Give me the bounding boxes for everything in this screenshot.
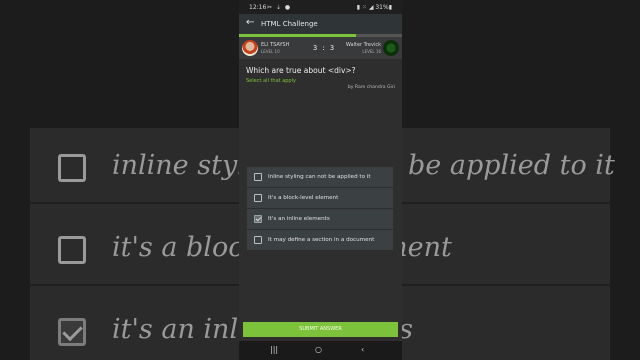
players-bar: ELI TSAYSH LEVEL 10 3 : 3 Walter Trevick… [239,37,402,59]
player-level-right: LEVEL 16 [362,49,381,54]
player-avatar-left[interactable] [242,40,258,56]
answer-option[interactable]: It's an inline elements [247,209,393,229]
checkbox[interactable] [254,194,262,202]
player-name-left: ELI TSAYSH [261,42,290,48]
answer-option-text: It may define a section in a document [268,237,375,243]
player-level-left: LEVEL 10 [261,49,280,54]
status-battery: ▮ ⁙ ◢ 31%▮ [356,4,392,11]
checkbox-checked[interactable] [254,215,262,223]
status-time: 12:16 [249,4,267,11]
answer-option-text: It's a block-level element [268,195,339,201]
background-checkbox-checked [58,318,86,346]
page-title: HTML Challenge [261,20,318,28]
checkbox[interactable] [254,173,262,181]
recent-apps-icon[interactable]: ||| [270,345,278,354]
video-frame: inline styling can not be applied to it … [0,0,640,360]
status-notification-icons: ✂ ⇣ ● [267,4,292,11]
back-arrow-icon[interactable]: ← [246,17,254,28]
answer-option-text: Inline styling can not be applied to it [268,174,371,180]
phone-screen: 12:16 ✂ ⇣ ● ▮ ⁙ ◢ 31%▮ ← HTML Challenge … [239,0,402,360]
player-avatar-right[interactable] [383,40,399,56]
question-hint: Select all that apply [246,78,296,84]
answer-option[interactable]: It may define a section in a document [247,230,393,250]
answer-options: Inline styling can not be applied to it … [247,167,393,251]
status-bar: 12:16 ✂ ⇣ ● ▮ ⁙ ◢ 31%▮ [239,0,402,14]
answer-option[interactable]: Inline styling can not be applied to it [247,167,393,187]
home-icon[interactable]: ○ [315,345,322,354]
submit-answer-button[interactable]: SUBMIT ANSWER [243,322,398,337]
question-author: by Ram chandra Giri [347,85,395,90]
question-text: Which are true about <div>? [246,66,356,75]
app-bar: ← HTML Challenge [239,14,402,34]
back-icon[interactable]: ‹ [361,345,364,354]
background-checkbox [58,154,86,182]
answer-option[interactable]: It's a block-level element [247,188,393,208]
player-name-right: Walter Trevick [345,42,381,48]
background-checkbox [58,236,86,264]
answer-option-text: It's an inline elements [268,216,330,222]
android-nav-bar: ||| ○ ‹ [239,341,402,360]
score-display: 3 : 3 [313,44,335,52]
checkbox[interactable] [254,236,262,244]
